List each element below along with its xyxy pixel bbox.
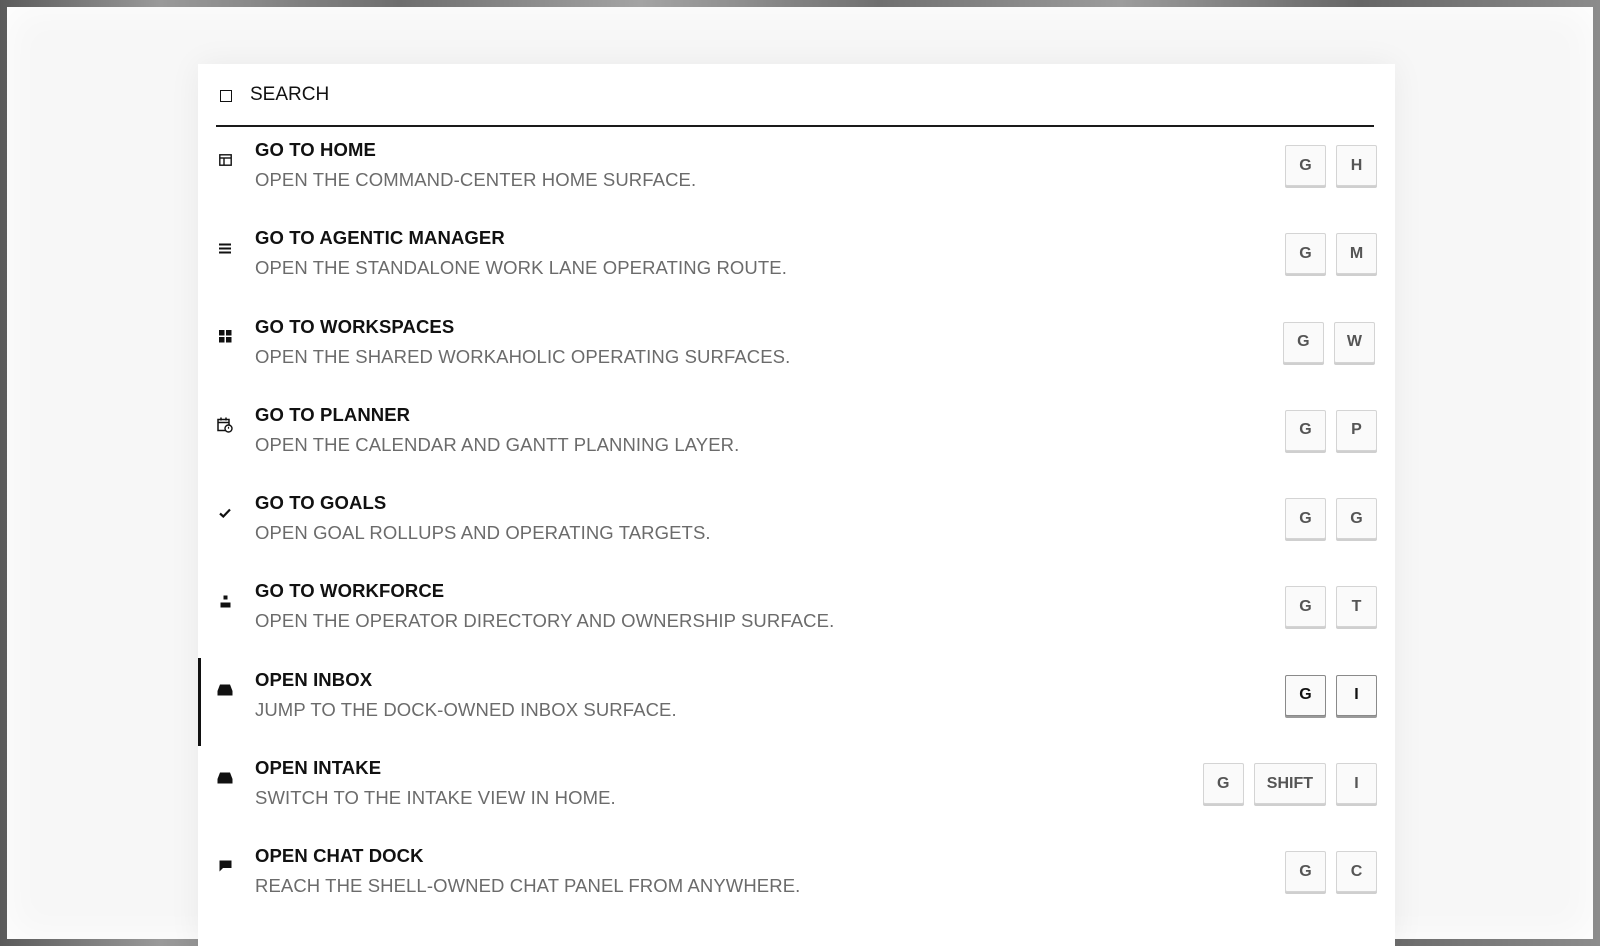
command-title: GO TO AGENTIC MANAGER	[255, 227, 505, 249]
command-description: SWITCH TO THE INTAKE VIEW IN HOME.	[255, 787, 616, 809]
command-description: JUMP TO THE DOCK-OWNED INBOX SURFACE.	[255, 698, 677, 720]
command-item-goals[interactable]: GO TO GOALS OPEN GOAL ROLLUPS AND OPERAT…	[198, 481, 1395, 569]
command-title: GO TO WORKSPACES	[255, 315, 455, 337]
shortcut-keys: G C	[1285, 851, 1377, 893]
command-description: REACH THE SHELL-OWNED CHAT PANEL FROM AN…	[255, 875, 801, 897]
shortcut-keys: G M	[1285, 233, 1377, 275]
command-item-chat-dock[interactable]: OPEN CHAT DOCK REACH THE SHELL-OWNED CHA…	[198, 834, 1395, 922]
inbox-tray-icon	[217, 770, 233, 786]
shortcut-keys: G I	[1285, 674, 1377, 716]
command-list: GO TO HOME OPEN THE COMMAND-CENTER HOME …	[198, 128, 1395, 923]
command-description: OPEN GOAL ROLLUPS AND OPERATING TARGETS.	[255, 522, 711, 544]
list-lines-icon	[217, 240, 233, 256]
command-title: GO TO PLANNER	[255, 403, 411, 425]
command-title: GO TO GOALS	[255, 492, 387, 514]
shortcut-key: G	[1336, 498, 1377, 540]
calendar-clock-icon	[217, 417, 233, 433]
search-icon	[220, 89, 232, 102]
command-title: GO TO WORKFORCE	[255, 580, 445, 602]
shortcut-key: G	[1285, 498, 1326, 540]
shortcut-key: H	[1336, 145, 1377, 186]
checkmark-icon	[217, 505, 233, 521]
inbox-tray-icon	[217, 682, 233, 698]
shortcut-key: G	[1285, 145, 1326, 186]
grid-icon	[217, 329, 233, 345]
command-item-inbox[interactable]: OPEN INBOX JUMP TO THE DOCK-OWNED INBOX …	[198, 657, 1395, 747]
shortcut-key: G	[1285, 674, 1326, 716]
shortcut-key: G	[1285, 233, 1326, 275]
shortcut-keys: G P	[1285, 409, 1377, 451]
command-description: OPEN THE COMMAND-CENTER HOME SURFACE.	[255, 169, 697, 190]
shortcut-key: I	[1336, 674, 1377, 716]
command-description: OPEN THE SHARED WORKAHOLIC OPERATING SUR…	[255, 345, 791, 367]
shortcut-key: G	[1285, 409, 1326, 451]
shortcut-keys: G SHIFT I	[1202, 763, 1377, 805]
command-title: OPEN CHAT DOCK	[255, 845, 424, 867]
search-input[interactable]	[250, 83, 1150, 106]
chat-bubble-icon	[217, 858, 233, 874]
command-title: OPEN INBOX	[255, 668, 373, 690]
command-title: GO TO HOME	[255, 139, 376, 160]
command-item-home[interactable]: GO TO HOME OPEN THE COMMAND-CENTER HOME …	[198, 128, 1395, 216]
command-description: OPEN THE STANDALONE WORK LANE OPERATING …	[255, 257, 787, 279]
home-layout-icon	[217, 152, 233, 168]
shortcut-key: M	[1336, 233, 1377, 275]
shortcut-keys: G T	[1285, 586, 1377, 628]
shortcut-key: I	[1336, 763, 1377, 805]
search-row	[216, 64, 1374, 127]
command-item-workspaces[interactable]: GO TO WORKSPACES OPEN THE SHARED WORKAHO…	[198, 305, 1395, 393]
command-item-agentic-manager[interactable]: GO TO AGENTIC MANAGER OPEN THE STANDALON…	[198, 216, 1395, 304]
shortcut-key: C	[1336, 851, 1377, 893]
shortcut-key: T	[1336, 586, 1377, 628]
shortcut-key: P	[1336, 409, 1377, 451]
command-title: OPEN INTAKE	[255, 757, 382, 779]
shortcut-key: SHIFT	[1253, 763, 1326, 805]
shortcut-key: G	[1282, 321, 1324, 363]
command-description: OPEN THE CALENDAR AND GANTT PLANNING LAY…	[255, 433, 740, 455]
shortcut-key: G	[1285, 851, 1326, 893]
command-item-workforce[interactable]: GO TO WORKFORCE OPEN THE OPERATOR DIRECT…	[198, 569, 1395, 657]
shortcut-keys: G G	[1285, 498, 1377, 540]
shortcut-key: G	[1285, 586, 1326, 628]
command-item-intake[interactable]: OPEN INTAKE SWITCH TO THE INTAKE VIEW IN…	[198, 746, 1395, 834]
command-item-planner[interactable]: GO TO PLANNER OPEN THE CALENDAR AND GANT…	[198, 393, 1395, 481]
command-description: OPEN THE OPERATOR DIRECTORY AND OWNERSHI…	[255, 610, 835, 632]
shortcut-keys: G H	[1285, 145, 1377, 186]
person-icon	[217, 593, 233, 609]
shortcut-key: W	[1333, 321, 1375, 363]
shortcut-key: G	[1202, 763, 1244, 805]
shortcut-keys: G W	[1282, 321, 1375, 363]
command-palette: GO TO HOME OPEN THE COMMAND-CENTER HOME …	[198, 64, 1395, 946]
